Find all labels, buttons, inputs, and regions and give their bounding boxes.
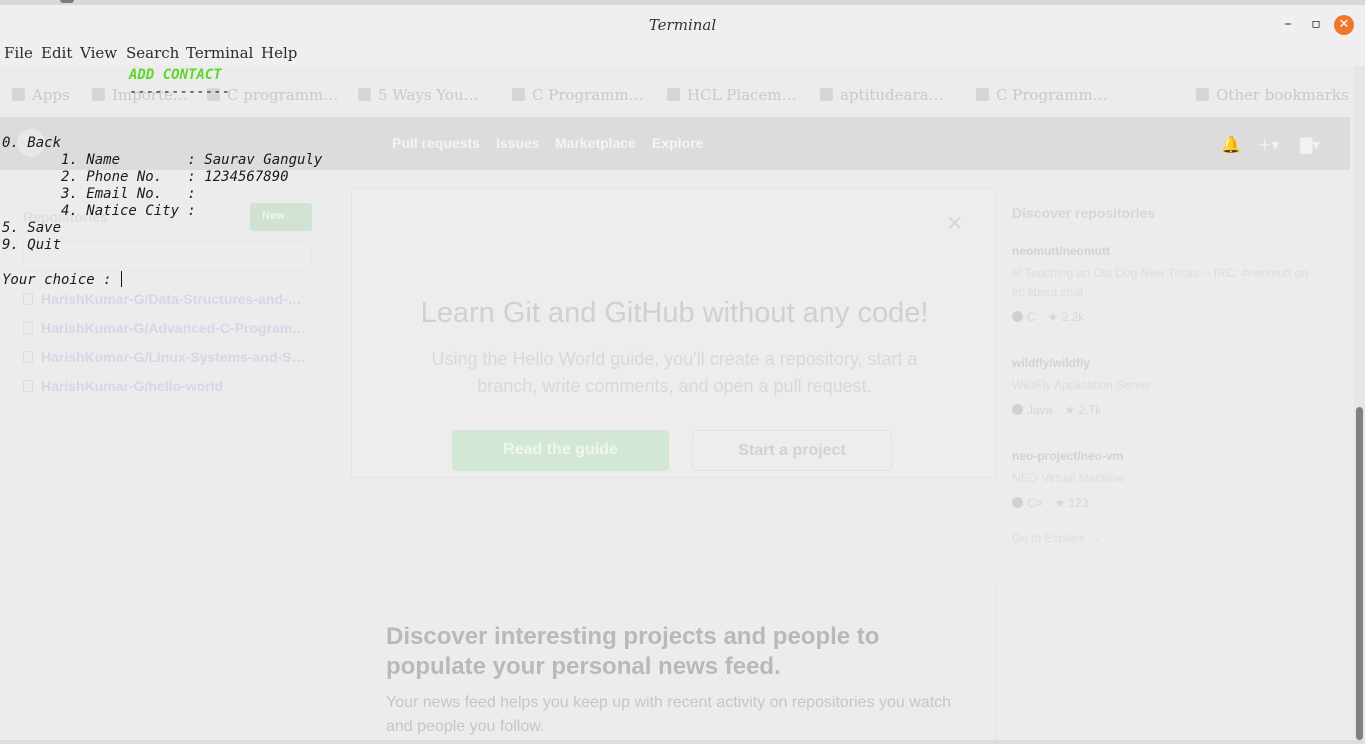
bookmark-icon <box>512 88 525 101</box>
feed-subtitle: Your news feed helps you keep up with re… <box>386 694 952 735</box>
maximize-button[interactable]: ▫ <box>1308 16 1324 32</box>
field-phone: 2. Phone No. : 1234567890 <box>2 169 289 185</box>
menu-file[interactable]: File <box>4 44 33 62</box>
avatar-icon: ▇▾ <box>1300 135 1321 154</box>
menu-help[interactable]: Help <box>261 44 297 62</box>
heading-underline: ------------ <box>129 84 231 100</box>
bell-icon: 🔔 <box>1221 135 1241 154</box>
add-contact-heading: ADD CONTACT <box>129 67 222 83</box>
star-icon: ★ <box>1054 496 1069 510</box>
minimize-button[interactable]: – <box>1280 16 1296 32</box>
discover-heading: Discover repositories <box>1012 205 1156 221</box>
feed-title: Discover interesting projects and people… <box>386 623 880 680</box>
banner-title: Learn Git and GitHub without any code! <box>420 297 929 329</box>
nav-explore: Explore <box>652 135 704 151</box>
bookmark-5: HCL Placem… <box>667 86 797 104</box>
close-button[interactable]: ✕ <box>1334 15 1354 35</box>
repo-list-item: HarishKumar-G/hello-world <box>23 378 223 394</box>
menu-option-back: 0. Back <box>2 135 62 151</box>
hello-world-banner: ✕ Learn Git and GitHub without any code!… <box>351 188 996 478</box>
discover-repo-item: neo-project/neo-vm NEO Virtual Machine C… <box>1012 449 1124 510</box>
explore-link: Go to Explore → <box>1012 531 1101 545</box>
close-icon: ✕ <box>946 211 963 235</box>
nav-issues: Issues <box>496 135 540 151</box>
folder-icon <box>1196 88 1209 101</box>
language-dot-icon <box>1012 311 1023 322</box>
repo-list-item: HarishKumar-G/Advanced-C-Program… <box>23 320 306 336</box>
read-guide-button: Read the guide <box>452 430 669 471</box>
repo-list-item: HarishKumar-G/Data-Structures-and-… <box>23 291 302 307</box>
bookmark-icon <box>976 88 989 101</box>
language-dot-icon <box>1012 404 1023 415</box>
bookmark-icon <box>667 88 680 101</box>
menu-search[interactable]: Search <box>126 44 179 62</box>
menu-view[interactable]: View <box>80 44 117 62</box>
feed-divider <box>995 586 996 744</box>
repo-icon <box>23 293 33 305</box>
window-title: Terminal <box>648 16 717 34</box>
star-icon: ★ <box>1047 310 1062 324</box>
repo-icon <box>23 380 33 392</box>
scrollbar-thumb[interactable] <box>1356 407 1363 740</box>
terminal-titlebar[interactable]: Terminal – ▫ ✕ <box>0 5 1365 43</box>
bookmark-4: C Programm… <box>512 86 644 104</box>
field-email: 3. Email No. : <box>2 186 196 202</box>
bookmark-apps: Apps <box>12 86 70 104</box>
window-bottom-edge <box>0 740 1365 744</box>
star-icon: ★ <box>1064 403 1079 417</box>
bookmark-other: Other bookmarks <box>1196 86 1349 104</box>
repo-icon <box>23 322 33 334</box>
menu-terminal[interactable]: Terminal <box>186 44 253 62</box>
text-cursor <box>121 271 123 287</box>
repo-filter-input <box>23 241 312 271</box>
folder-icon <box>92 88 105 101</box>
bookmark-icon <box>358 88 371 101</box>
new-repo-button: New <box>250 203 312 231</box>
field-name: 1. Name : Saurav Ganguly <box>2 152 323 168</box>
repo-list-item: HarishKumar-G/Linux-Systems-and-S… <box>23 349 306 365</box>
menu-edit[interactable]: Edit <box>41 44 72 62</box>
bookmark-icon <box>820 88 833 101</box>
discover-repo-item: wildfly/wildfly WildFly Application Serv… <box>1012 356 1152 417</box>
nav-marketplace: Marketplace <box>555 135 636 151</box>
menu-option-quit: 9. Quit <box>2 237 62 253</box>
field-city: 4. Natice City : <box>2 203 196 219</box>
bookmark-7: C Programm… <box>976 86 1108 104</box>
discover-repo-item: neomutt/neomutt ✉ Teaching an Old Dog Ne… <box>1012 244 1308 324</box>
banner-subtitle: Using the Hello World guide, you'll crea… <box>431 349 918 396</box>
start-project-button: Start a project <box>692 430 892 471</box>
choice-prompt[interactable]: Your choice : <box>2 271 123 289</box>
language-dot-icon <box>1012 497 1023 508</box>
bookmark-3: 5 Ways You… <box>358 86 479 104</box>
terminal-output[interactable]: ADD CONTACT ------------ 0. Back 1. Name… <box>2 67 322 288</box>
nav-pull-requests: Pull requests <box>392 135 480 151</box>
menu-option-save: 5. Save <box>2 220 62 236</box>
plus-icon: +▾ <box>1258 135 1280 154</box>
bookmark-6: aptitudeara… <box>820 86 944 104</box>
repo-icon <box>23 351 33 363</box>
menu-bar: File Edit View Search Terminal Help <box>0 43 1365 66</box>
top-edge-handle <box>60 0 74 3</box>
